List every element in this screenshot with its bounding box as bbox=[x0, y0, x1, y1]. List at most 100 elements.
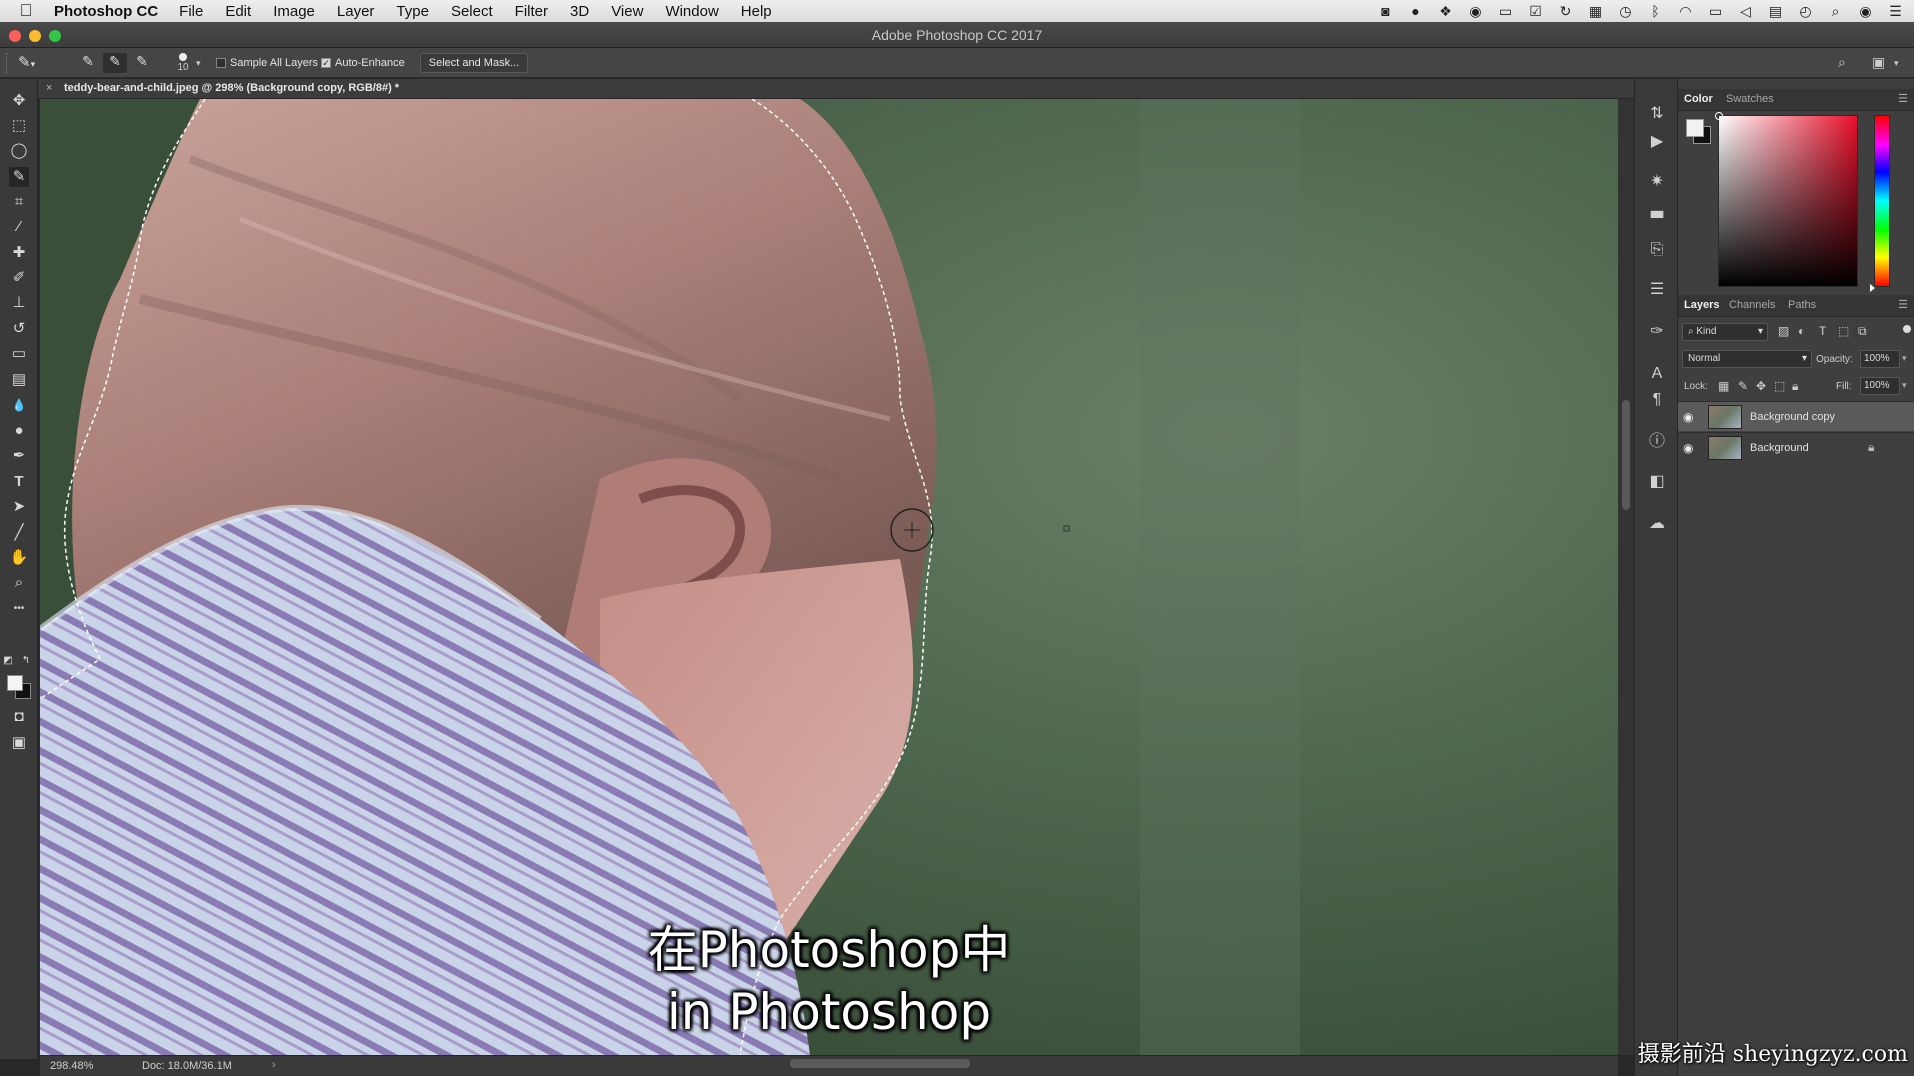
tab-channels[interactable]: Channels bbox=[1729, 299, 1775, 311]
sample-all-layers-checkbox[interactable]: Sample All Layers bbox=[216, 57, 318, 69]
status-menu-arrow-icon[interactable]: › bbox=[272, 1059, 276, 1071]
character-panel-icon[interactable]: A bbox=[1646, 363, 1668, 385]
layer-row-background[interactable]: ◉ Background 🔒︎ bbox=[1678, 432, 1914, 462]
record-icon[interactable]: ● bbox=[1407, 3, 1424, 19]
document-canvas[interactable]: 在Photoshop中 in Photoshop bbox=[40, 99, 1618, 1055]
apple-menu-icon[interactable]:  bbox=[0, 1, 52, 21]
clone-stamp-tool-icon[interactable]: ⊥ bbox=[9, 293, 29, 313]
hand-tool-icon[interactable]: ✋ bbox=[9, 548, 29, 568]
brush-size-picker[interactable]: 10 bbox=[170, 51, 196, 77]
fill-input[interactable]: 100% bbox=[1860, 377, 1900, 395]
color-panel-foreground-swatch[interactable] bbox=[1686, 119, 1704, 137]
swap-colors-icon[interactable]: ↰ bbox=[20, 651, 32, 671]
sync-icon[interactable]: ↻ bbox=[1557, 3, 1574, 20]
menu-help[interactable]: Help bbox=[730, 3, 783, 20]
foreground-color-swatch[interactable] bbox=[7, 675, 23, 691]
wifi-icon[interactable]: ◠ bbox=[1677, 3, 1694, 20]
filter-pixel-icon[interactable]: ▨ bbox=[1778, 324, 1789, 338]
quick-selection-tool-icon[interactable]: ✎ bbox=[9, 167, 29, 187]
add-to-selection-button[interactable]: ✎ bbox=[103, 53, 127, 73]
vertical-scroll-track[interactable] bbox=[1618, 99, 1634, 1055]
tab-color[interactable]: Color bbox=[1684, 93, 1713, 105]
color-panel-menu-icon[interactable]: ☰ bbox=[1898, 92, 1908, 105]
filter-adjustment-icon[interactable]: ◐ bbox=[1798, 324, 1805, 338]
layer-name[interactable]: Background copy bbox=[1750, 411, 1835, 423]
new-selection-button[interactable]: ✎ bbox=[76, 53, 100, 73]
move-tool-icon[interactable]: ✥ bbox=[9, 91, 29, 111]
type-tool-icon[interactable]: T bbox=[9, 472, 29, 492]
eye-visibility-icon[interactable]: ◉ bbox=[1683, 410, 1693, 424]
keyboard-icon[interactable]: ▤ bbox=[1767, 3, 1784, 20]
filter-type-icon[interactable]: T bbox=[1819, 324, 1826, 338]
pen-tool-icon[interactable]: ✒ bbox=[9, 446, 29, 466]
eye-visibility-icon[interactable]: ◉ bbox=[1683, 441, 1693, 455]
properties-panel-icon[interactable]: ◧ bbox=[1646, 471, 1668, 493]
search-icon[interactable]: ⌕ bbox=[1838, 54, 1846, 71]
history-brush-tool-icon[interactable]: ↺ bbox=[9, 319, 29, 339]
zoom-level[interactable]: 298.48% bbox=[50, 1060, 93, 1072]
close-document-icon[interactable]: × bbox=[46, 82, 52, 94]
cloud-icon[interactable]: ◉ bbox=[1467, 3, 1484, 20]
menu-edit[interactable]: Edit bbox=[214, 3, 262, 20]
adjustments-panel-icon[interactable]: ✷ bbox=[1646, 171, 1668, 193]
filter-smart-object-icon[interactable]: ⧉ bbox=[1858, 324, 1867, 339]
volume-icon[interactable]: ◁ bbox=[1737, 3, 1754, 20]
vertical-scrollbar[interactable] bbox=[1622, 400, 1630, 510]
menu-filter[interactable]: Filter bbox=[504, 3, 559, 20]
clock-icon[interactable]: ◴ bbox=[1797, 3, 1814, 20]
dropbox-icon[interactable]: ❖ bbox=[1437, 3, 1454, 20]
camera-icon[interactable]: ◙ bbox=[1377, 3, 1394, 19]
select-and-mask-button[interactable]: Select and Mask... bbox=[420, 53, 528, 73]
notification-center-icon[interactable]: ☰ bbox=[1887, 3, 1904, 20]
auto-enhance-box[interactable]: ✓ bbox=[321, 58, 331, 68]
opacity-input[interactable]: 100% bbox=[1860, 350, 1900, 368]
gradient-tool-icon[interactable]: ▤ bbox=[9, 370, 29, 390]
line-tool-icon[interactable]: ╱ bbox=[9, 523, 29, 543]
menu-type[interactable]: Type bbox=[385, 3, 440, 20]
document-tab[interactable]: × teddy-bear-and-child.jpeg @ 298% (Back… bbox=[38, 79, 1638, 99]
hue-slider[interactable] bbox=[1874, 115, 1890, 287]
layer-name[interactable]: Background bbox=[1750, 442, 1809, 454]
auto-enhance-checkbox[interactable]: ✓ Auto-Enhance bbox=[321, 57, 405, 69]
lock-artboard-icon[interactable]: ⬚ bbox=[1774, 379, 1785, 393]
menu-window[interactable]: Window bbox=[654, 3, 729, 20]
filter-toggle-icon[interactable] bbox=[1903, 325, 1911, 333]
menu-view[interactable]: View bbox=[600, 3, 654, 20]
options-bar-grip[interactable] bbox=[6, 53, 9, 73]
tab-paths[interactable]: Paths bbox=[1788, 299, 1816, 311]
tab-layers[interactable]: Layers bbox=[1684, 299, 1719, 311]
default-colors-icon[interactable]: ◩ bbox=[2, 651, 14, 671]
lock-all-icon[interactable]: 🔒︎ bbox=[1792, 379, 1798, 394]
dodge-tool-icon[interactable]: ● bbox=[9, 421, 29, 441]
info-panel-icon[interactable]: ⓘ bbox=[1646, 431, 1668, 453]
eraser-tool-icon[interactable]: ▭ bbox=[9, 344, 29, 364]
healing-brush-tool-icon[interactable]: ✚ bbox=[9, 243, 29, 263]
menu-app-name[interactable]: Photoshop CC bbox=[52, 3, 168, 20]
filter-shape-icon[interactable]: ⬚ bbox=[1838, 324, 1849, 338]
menu-image[interactable]: Image bbox=[262, 3, 326, 20]
siri-icon[interactable]: ◉ bbox=[1857, 3, 1874, 20]
crop-tool-icon[interactable]: ⌗ bbox=[9, 192, 29, 212]
airplay-icon[interactable]: ▭ bbox=[1707, 3, 1724, 20]
brush-tool-icon[interactable]: ✐ bbox=[9, 268, 29, 288]
path-selection-tool-icon[interactable]: ➤ bbox=[9, 497, 29, 517]
layers-panel-menu-icon[interactable]: ☰ bbox=[1898, 298, 1908, 311]
menu-3d[interactable]: 3D bbox=[559, 3, 600, 20]
opacity-chevron-down-icon[interactable]: ▾ bbox=[1902, 353, 1907, 364]
screen-mode-icon[interactable]: ▣ bbox=[9, 733, 29, 753]
horizontal-scrollbar[interactable] bbox=[790, 1059, 970, 1068]
grid-icon[interactable]: ▦ bbox=[1587, 3, 1604, 20]
actions-panel-icon[interactable]: ▶ bbox=[1646, 131, 1668, 153]
zoom-tool-icon[interactable]: ⌕ bbox=[9, 573, 29, 593]
workspace-icon[interactable]: ▣ bbox=[1872, 54, 1885, 71]
menu-select[interactable]: Select bbox=[440, 3, 504, 20]
lock-transparent-icon[interactable]: ▦ bbox=[1718, 379, 1729, 393]
subtract-from-selection-button[interactable]: ✎ bbox=[130, 53, 154, 73]
fill-chevron-down-icon[interactable]: ▾ bbox=[1902, 380, 1907, 391]
tool-preset-picker[interactable]: ✎▾ bbox=[18, 53, 52, 73]
brush-presets-panel-icon[interactable]: ✑ bbox=[1646, 321, 1668, 343]
history-panel-icon[interactable]: ⇅ bbox=[1646, 103, 1668, 125]
workspace-chevron-down-icon[interactable]: ▾ bbox=[1894, 58, 1899, 69]
brush-chevron-down-icon[interactable]: ▾ bbox=[196, 58, 201, 69]
marquee-tool-icon[interactable]: ⬚ bbox=[9, 116, 29, 136]
